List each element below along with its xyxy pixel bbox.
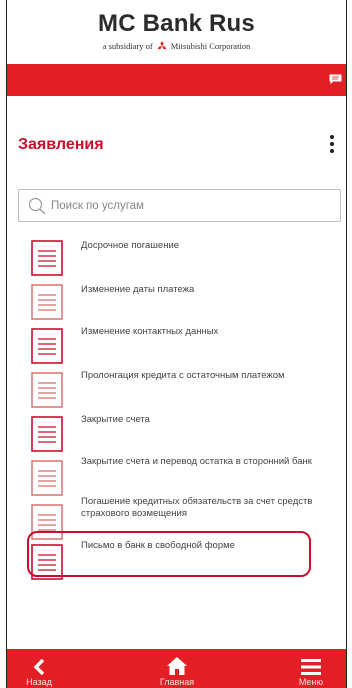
kebab-menu-icon[interactable]: [324, 133, 340, 155]
list-item[interactable]: Пролонгация кредита с остаточным платежо…: [7, 364, 346, 408]
document-icon: [31, 372, 63, 408]
kebab-dot: [330, 149, 334, 153]
document-icon: [31, 460, 63, 496]
tagline-company: Mitsubishi Corporation: [170, 41, 251, 51]
list-item-label: Досрочное погашение: [81, 240, 180, 251]
list-item-label: Изменение даты платежа: [81, 284, 195, 295]
list-item[interactable]: Погашение кредитных обязательств за счет…: [7, 496, 346, 540]
document-icon: [31, 240, 63, 276]
list-item-label: Пролонгация кредита с остаточным платежо…: [81, 370, 285, 381]
document-icon: [31, 544, 63, 580]
list-item-label: Изменение контактных данных: [81, 326, 219, 337]
kebab-dot: [330, 142, 334, 146]
chat-icon[interactable]: [329, 74, 342, 85]
list-item-label: Закрытие счета и перевод остатка в сторо…: [81, 456, 312, 467]
home-icon: [167, 657, 187, 675]
search-placeholder: Поиск по услугам: [51, 199, 144, 212]
list-item[interactable]: Письмо в банк в свободной форме: [7, 536, 346, 580]
hamburger-menu-icon: [301, 659, 321, 675]
list-item-label: Закрытие счета: [81, 414, 150, 425]
list-item[interactable]: Изменение контактных данных: [7, 320, 346, 364]
mitsubishi-logo-icon: [157, 41, 167, 50]
page-title: Заявления: [18, 136, 104, 153]
list-item[interactable]: Закрытие счета и перевод остатка в сторо…: [7, 452, 346, 496]
search-icon: [28, 197, 46, 214]
menu-button[interactable]: Меню: [289, 649, 333, 688]
list-item[interactable]: Изменение даты платежа: [7, 276, 346, 320]
document-icon: [31, 328, 63, 364]
list-item[interactable]: Досрочное погашение: [7, 232, 346, 276]
document-icon: [31, 504, 63, 540]
list-item-label: Погашение кредитных обязательств за счет…: [81, 496, 313, 519]
logo-header: MC Bank Rus a subsidiary of Mitsubishi C…: [7, 0, 346, 64]
kebab-dot: [330, 135, 334, 139]
back-label: Назад: [26, 677, 52, 687]
home-label: Главная: [159, 677, 195, 687]
back-button[interactable]: Назад: [17, 649, 61, 688]
app-frame: MC Bank Rus a subsidiary of Mitsubishi C…: [6, 0, 347, 688]
document-icon: [31, 416, 63, 452]
brand-name: MC Bank Rus: [98, 10, 255, 37]
document-icon: [31, 284, 63, 320]
brand-tagline: a subsidiary of Mitsubishi Corporation: [7, 41, 346, 51]
top-bar: [7, 64, 346, 96]
list-item[interactable]: Закрытие счета: [7, 408, 346, 452]
bottom-nav: Назад Главная Меню: [7, 649, 346, 688]
menu-label: Меню: [298, 677, 324, 687]
tagline-prefix: a subsidiary of: [102, 41, 153, 51]
home-button[interactable]: Главная: [152, 649, 202, 688]
search-input[interactable]: Поиск по услугам: [18, 189, 341, 222]
list-item-label: Письмо в банк в свободной форме: [81, 540, 235, 551]
chevron-left-icon: [33, 658, 45, 676]
